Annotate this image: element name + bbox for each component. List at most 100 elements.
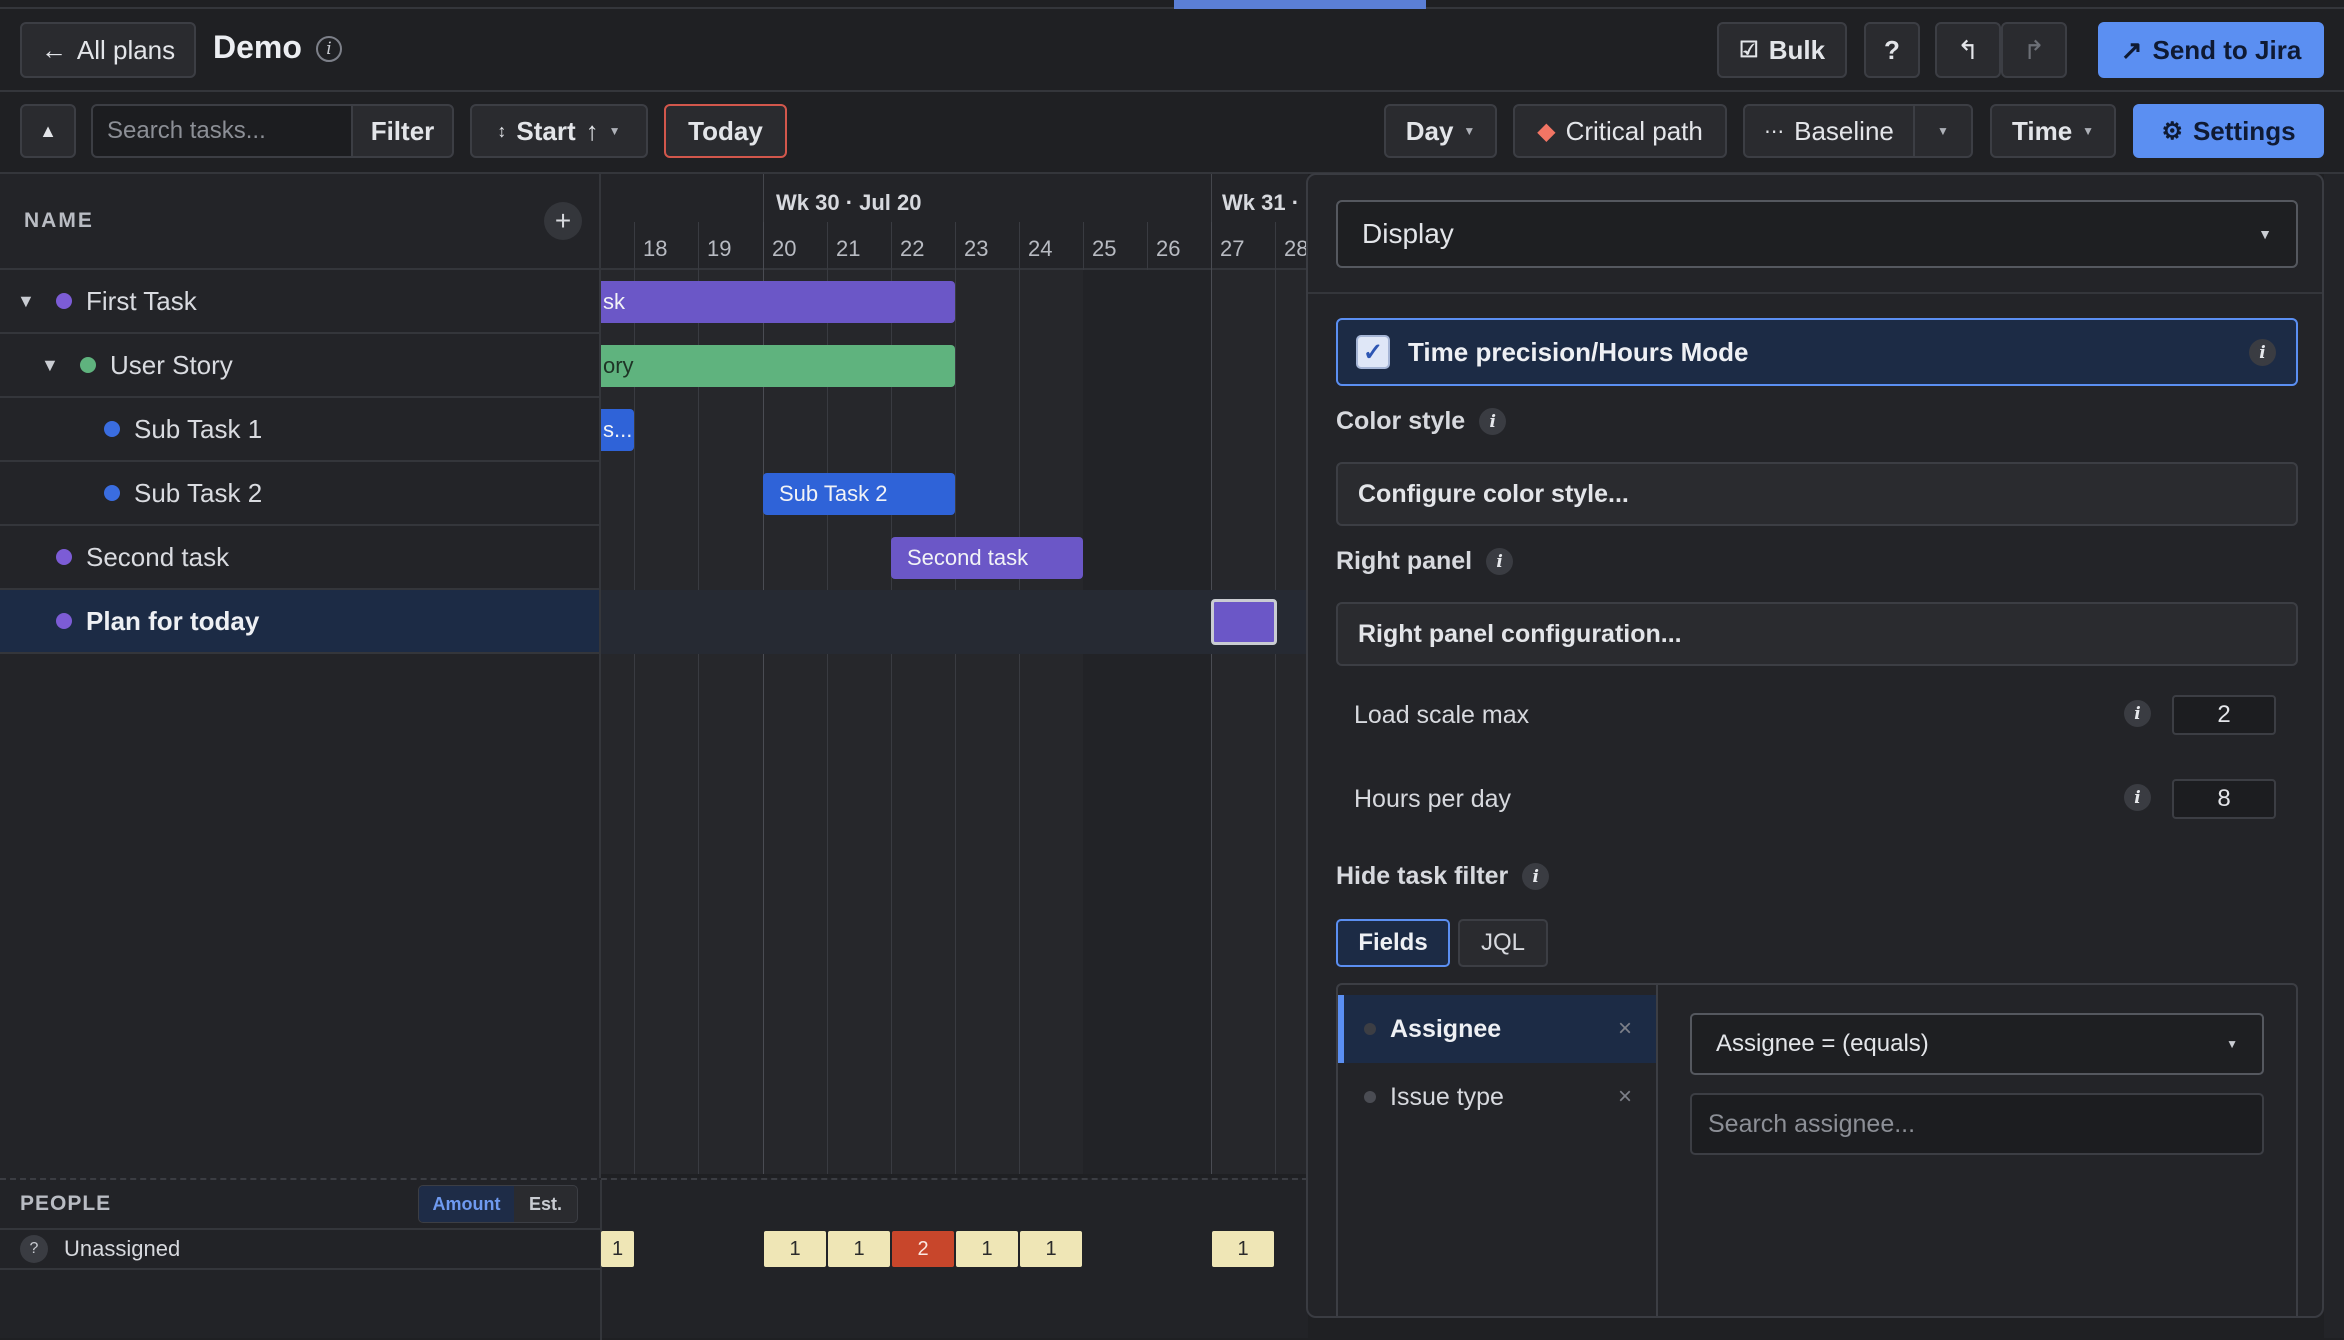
- field-item-assignee[interactable]: Assignee ×: [1338, 995, 1656, 1063]
- remove-icon[interactable]: ×: [1618, 1083, 1632, 1111]
- task-name: Sub Task 1: [134, 413, 263, 444]
- info-icon[interactable]: i: [1486, 548, 1514, 575]
- today-button[interactable]: Today: [664, 104, 787, 158]
- task-bar[interactable]: Second task: [891, 537, 1083, 579]
- tab-fields[interactable]: Fields: [1336, 919, 1450, 967]
- task-bar[interactable]: ory: [601, 345, 955, 387]
- people-toggle: Amount Est.: [418, 1185, 578, 1223]
- info-icon[interactable]: i: [1522, 863, 1550, 890]
- day-label: 27: [1220, 236, 1245, 261]
- help-button[interactable]: ?: [1864, 22, 1920, 78]
- task-row[interactable]: Second task: [0, 526, 599, 590]
- hours-per-day-input[interactable]: 8: [2172, 779, 2276, 819]
- info-icon[interactable]: i: [2249, 339, 2276, 366]
- undo-button[interactable]: ↰: [1935, 22, 2001, 78]
- app-header: ← All plans Demo i ☑ Bulk ? ↰ ↱ ↗ Send t…: [0, 9, 2344, 92]
- task-row[interactable]: ▼ User Story: [0, 334, 599, 398]
- tab-jql[interactable]: JQL: [1458, 919, 1548, 967]
- search-assignee-input[interactable]: Search assignee...: [1690, 1093, 2264, 1155]
- task-name: Second task: [86, 541, 230, 572]
- settings-section-dropdown[interactable]: Display ▼: [1336, 200, 2298, 268]
- configure-color-style-button[interactable]: Configure color style...: [1336, 462, 2298, 526]
- redo-icon: ↱: [2023, 34, 2045, 65]
- operator-dropdown[interactable]: Assignee = (equals) ▼: [1690, 1013, 2264, 1075]
- info-icon[interactable]: i: [1479, 408, 1507, 435]
- task-bar[interactable]: Sub Task 2: [763, 473, 955, 515]
- baseline-button[interactable]: ⋯ Baseline: [1743, 104, 1915, 158]
- right-panel-config-button[interactable]: Right panel configuration...: [1336, 602, 2298, 666]
- task-color-dot: [56, 549, 72, 565]
- field-item-issue-type[interactable]: Issue type ×: [1338, 1063, 1656, 1131]
- task-row[interactable]: ▼ First Task: [0, 270, 599, 334]
- load-scale-input[interactable]: 2: [2172, 695, 2276, 735]
- caret-down-icon: ▼: [608, 124, 621, 138]
- baseline-dropdown[interactable]: ▼: [1913, 104, 1973, 158]
- external-link-icon: ↗: [2120, 34, 2143, 65]
- settings-button[interactable]: ⚙ Settings: [2133, 104, 2324, 158]
- day-label: 21: [836, 236, 861, 261]
- task-name: First Task: [86, 285, 197, 316]
- caret-down-icon: ▼: [1937, 124, 1949, 138]
- right-panel-label: Right panel i: [1336, 547, 1514, 576]
- send-to-jira-button[interactable]: ↗ Send to Jira: [2098, 22, 2324, 78]
- task-color-dot: [80, 357, 96, 373]
- scale-dropdown[interactable]: Day ▼: [1384, 104, 1497, 158]
- people-panel: PEOPLE Amount Est. ? Unassigned 1 1 1 2 …: [0, 1178, 1308, 1340]
- info-icon[interactable]: i: [2124, 784, 2151, 811]
- task-name: Plan for today: [86, 605, 260, 636]
- collapse-button[interactable]: ▲: [20, 104, 76, 158]
- unassigned-avatar: ?: [20, 1235, 48, 1263]
- hide-filter-label: Hide task filter i: [1336, 862, 1550, 891]
- filter-box: Assignee × Issue type × Assignee = (equa…: [1336, 983, 2298, 1316]
- search-input[interactable]: Search tasks...: [91, 104, 353, 158]
- checkbox-checked-icon[interactable]: ✓: [1356, 335, 1390, 369]
- arrow-left-icon: ←: [40, 34, 67, 65]
- toggle-est[interactable]: Est.: [514, 1186, 577, 1222]
- caret-down-icon: ▼: [2258, 226, 2272, 242]
- caret-down-icon: ▼: [2226, 1037, 2238, 1051]
- week-label: Wk 31 ·: [1222, 190, 1300, 215]
- loading-indicator: [1174, 0, 1426, 9]
- people-row[interactable]: ? Unassigned: [0, 1228, 600, 1270]
- plan-info-icon[interactable]: i: [316, 36, 342, 62]
- add-task-button[interactable]: +: [544, 202, 582, 240]
- top-border: [0, 0, 2344, 9]
- day-label: 25: [1092, 236, 1117, 261]
- filter-button[interactable]: Filter: [351, 104, 454, 158]
- checkbox-icon: ☑: [1738, 37, 1759, 62]
- settings-panel: Display ▼ ✓ Time precision/Hours Mode i …: [1306, 173, 2324, 1318]
- day-label: 23: [964, 236, 989, 261]
- people-title: PEOPLE: [20, 1192, 112, 1215]
- toolbar: ▲ Search tasks... Filter ↕ Start ↑ ▼ Tod…: [0, 92, 2344, 174]
- sort-button[interactable]: ↕ Start ↑ ▼: [470, 104, 648, 158]
- expand-triangle-icon[interactable]: ▼: [41, 355, 65, 376]
- info-icon[interactable]: i: [2124, 700, 2151, 727]
- hours-mode-toggle[interactable]: ✓ Time precision/Hours Mode i: [1336, 318, 2298, 386]
- load-cell: 1: [601, 1231, 634, 1267]
- bulk-button[interactable]: ☑ Bulk: [1717, 22, 1847, 78]
- tree-header: NAME +: [0, 174, 601, 270]
- task-bar[interactable]: s...: [601, 409, 634, 451]
- task-row[interactable]: Sub Task 1: [0, 398, 599, 462]
- plan-title: Demo: [213, 29, 302, 65]
- day-label: 19: [707, 236, 732, 261]
- task-tree: NAME + ▼ First Task ▼ User Story Sub Tas…: [0, 174, 601, 1338]
- day-label: 18: [643, 236, 668, 261]
- task-row[interactable]: Plan for today: [0, 590, 599, 654]
- plus-icon: +: [554, 205, 572, 236]
- time-dropdown[interactable]: Time ▼: [1990, 104, 2116, 158]
- critical-path-button[interactable]: ◆ Critical path: [1513, 104, 1727, 158]
- milestone-bar[interactable]: [1211, 599, 1277, 645]
- task-color-dot: [56, 293, 72, 309]
- task-color-dot: [104, 421, 120, 437]
- all-plans-button[interactable]: ← All plans: [20, 22, 196, 78]
- remove-icon[interactable]: ×: [1618, 1015, 1632, 1043]
- toggle-amount[interactable]: Amount: [419, 1186, 514, 1222]
- task-row[interactable]: Sub Task 2: [0, 462, 599, 526]
- gantt-chart[interactable]: Wk 30 · Jul 20 Wk 31 · 18 19 20 21 22 23…: [601, 174, 1308, 1174]
- expand-triangle-icon[interactable]: ▼: [17, 291, 41, 312]
- load-cell-overloaded: 2: [892, 1231, 954, 1267]
- redo-button[interactable]: ↱: [2001, 22, 2067, 78]
- task-bar[interactable]: sk: [601, 281, 955, 323]
- caret-up-icon: ▲: [39, 120, 57, 141]
